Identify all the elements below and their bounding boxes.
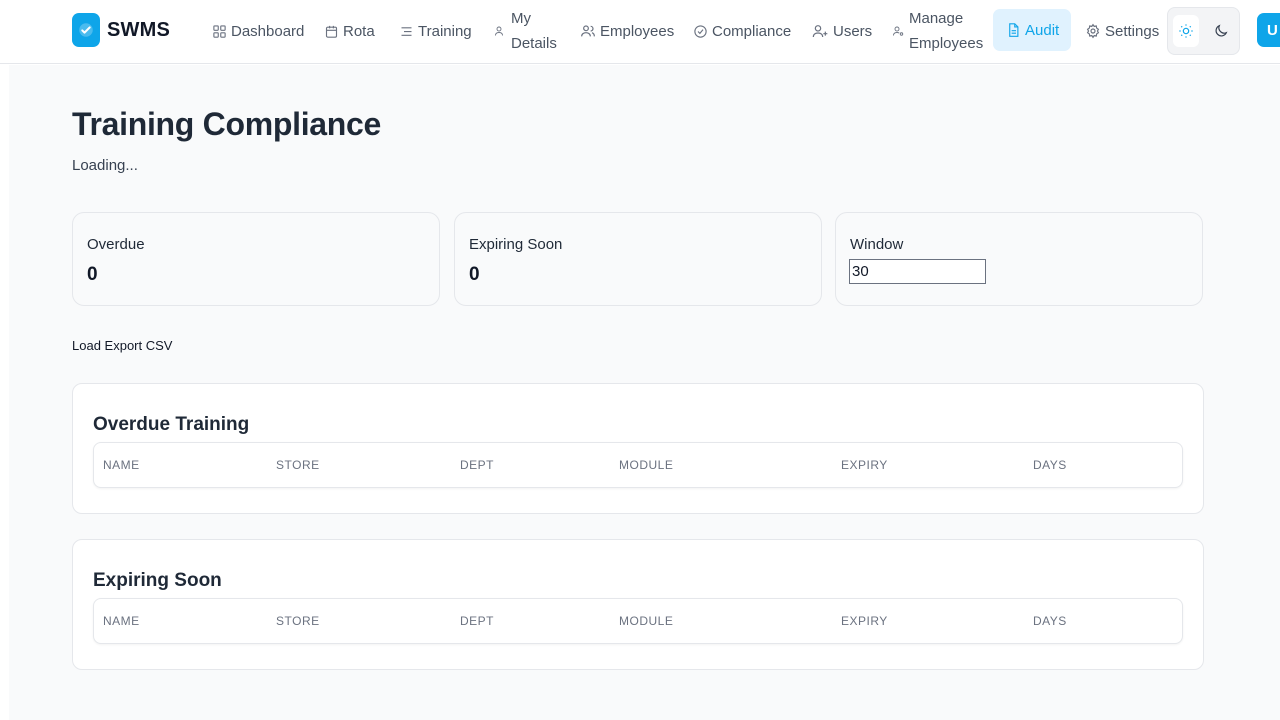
nav-settings[interactable]: Settings [1085, 0, 1159, 62]
column-header-name: NAME [103, 458, 140, 472]
brand-name: SWMS [107, 18, 171, 41]
nav-my-details[interactable]: My Details [491, 0, 557, 62]
user-avatar[interactable]: U [1257, 13, 1280, 47]
nav-compliance[interactable]: Compliance [692, 0, 791, 62]
nav-dashboard[interactable]: Dashboard [211, 0, 304, 62]
check-badge-icon [72, 13, 100, 47]
overdue-table-header: NAME STORE DEPT MODULE EXPIRY DAYS [93, 442, 1183, 488]
nav-settings-label: Settings [1105, 22, 1160, 40]
nav-audit[interactable]: Audit [993, 9, 1072, 51]
nav-manage-line2: Employees [909, 35, 984, 52]
overdue-label: Overdue [87, 236, 145, 253]
user-plus-icon [811, 23, 829, 39]
file-text-icon [1005, 22, 1021, 38]
brand[interactable]: SWMS [72, 13, 170, 47]
export-csv-button[interactable]: Export CSV [105, 338, 173, 353]
column-header-dept: DEPT [460, 458, 495, 472]
dark-mode-button[interactable] [1208, 15, 1234, 47]
theme-toggle [1167, 7, 1240, 55]
column-header-days: DAYS [1033, 458, 1067, 472]
overdue-training-title: Overdue Training [93, 414, 250, 435]
nav-users-label: Users [833, 22, 873, 40]
window-card: Window [835, 212, 1203, 306]
expiring-soon-title: Expiring Soon [93, 570, 222, 591]
column-header-store: STORE [276, 458, 320, 472]
nav-employees-label: Employees [600, 22, 675, 40]
action-links: Load Export CSV [72, 338, 172, 353]
column-header-days: DAYS [1033, 614, 1067, 628]
expiring-soon-section: Expiring Soon NAME STORE DEPT MODULE EXP… [72, 539, 1204, 670]
column-header-module: MODULE [619, 614, 674, 628]
nav-employees[interactable]: Employees [580, 0, 674, 62]
calendar-icon [323, 23, 339, 39]
column-header-store: STORE [276, 614, 320, 628]
nav-rota-label: Rota [343, 22, 375, 40]
grid-icon [211, 23, 227, 39]
expiring-soon-card: Expiring Soon 0 [454, 212, 822, 306]
nav-manage-line1: Manage [909, 10, 964, 27]
nav-my-details-line1: My [511, 10, 531, 27]
expiring-soon-count: 0 [469, 264, 480, 285]
moon-icon [1213, 23, 1229, 39]
nav-rota[interactable]: Rota [323, 0, 375, 62]
sun-icon [1178, 23, 1194, 39]
light-mode-button[interactable] [1173, 15, 1199, 47]
column-header-expiry: EXPIRY [841, 614, 888, 628]
column-header-module: MODULE [619, 458, 674, 472]
nav-training[interactable]: Training [398, 0, 472, 62]
overdue-count: 0 [87, 264, 98, 285]
load-button[interactable]: Load [72, 338, 101, 353]
loading-status: Loading... [72, 157, 138, 174]
nav-compliance-label: Compliance [712, 22, 792, 40]
nav-my-details-line2: Details [511, 35, 557, 52]
user-icon [491, 23, 507, 39]
top-nav-bar: SWMS Dashboard Rota Training My Details … [0, 0, 1280, 64]
nav-dashboard-label: Dashboard [231, 22, 305, 40]
column-header-expiry: EXPIRY [841, 458, 888, 472]
users-icon [580, 23, 596, 39]
overdue-card: Overdue 0 [72, 212, 440, 306]
nav-audit-label: Audit [1025, 21, 1060, 39]
user-cog-icon [891, 23, 905, 39]
nav-training-label: Training [418, 22, 472, 40]
window-days-input[interactable] [849, 259, 986, 284]
list-icon [398, 23, 414, 39]
nav-users[interactable]: Users [811, 0, 872, 62]
window-label: Window [850, 236, 904, 253]
check-circle-icon [692, 23, 708, 39]
column-header-name: NAME [103, 614, 140, 628]
nav-manage-employees[interactable]: Manage Employees [891, 0, 983, 62]
expiring-table-header: NAME STORE DEPT MODULE EXPIRY DAYS [93, 598, 1183, 644]
overdue-training-section: Overdue Training NAME STORE DEPT MODULE … [72, 383, 1204, 514]
column-header-dept: DEPT [460, 614, 495, 628]
expiring-soon-label: Expiring Soon [469, 236, 563, 253]
page-title: Training Compliance [72, 106, 382, 142]
gear-icon [1085, 23, 1101, 39]
